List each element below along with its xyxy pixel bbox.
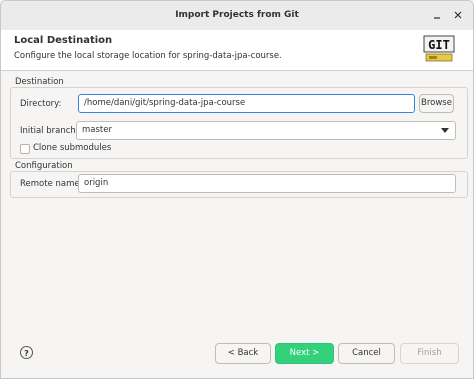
minimize-icon[interactable] — [429, 7, 445, 23]
configuration-group-label: Configuration — [15, 161, 73, 171]
minimize-glyph — [434, 17, 440, 19]
dropdown-arrow-icon — [441, 128, 449, 133]
close-icon[interactable] — [450, 7, 466, 23]
clone-submodules-label[interactable]: Clone submodules — [33, 143, 111, 153]
remote-name-input[interactable]: origin — [78, 174, 456, 193]
directory-input[interactable]: /home/dani/git/spring-data-jpa-course — [78, 94, 415, 113]
close-glyph — [454, 11, 462, 19]
git-logo-icon: GIT — [423, 35, 455, 62]
initial-branch-value: master — [82, 125, 112, 135]
back-button[interactable]: < Back — [215, 343, 271, 364]
page-subtitle: Configure the local storage location for… — [14, 51, 282, 61]
page-title: Local Destination — [14, 35, 113, 46]
destination-group-label: Destination — [15, 77, 64, 87]
wizard-header: Local Destination Configure the local st… — [1, 30, 473, 71]
finish-button[interactable]: Finish — [400, 343, 459, 364]
title-bar: Import Projects from Git — [1, 1, 473, 31]
next-button[interactable]: Next > — [275, 343, 334, 364]
browse-button[interactable]: Browse — [419, 94, 454, 113]
remote-name-label: Remote name: — [20, 179, 83, 189]
initial-branch-label: Initial branch: — [20, 126, 79, 136]
git-logo-text: GIT — [428, 38, 450, 52]
window-title: Import Projects from Git — [175, 10, 299, 20]
directory-label: Directory: — [20, 99, 62, 109]
cancel-button[interactable]: Cancel — [338, 343, 395, 364]
clone-submodules-checkbox[interactable] — [20, 144, 30, 154]
import-dialog: Import Projects from Git Local Destinati… — [0, 0, 474, 379]
initial-branch-select[interactable]: master — [76, 121, 456, 140]
help-icon[interactable]: ? — [20, 346, 33, 359]
